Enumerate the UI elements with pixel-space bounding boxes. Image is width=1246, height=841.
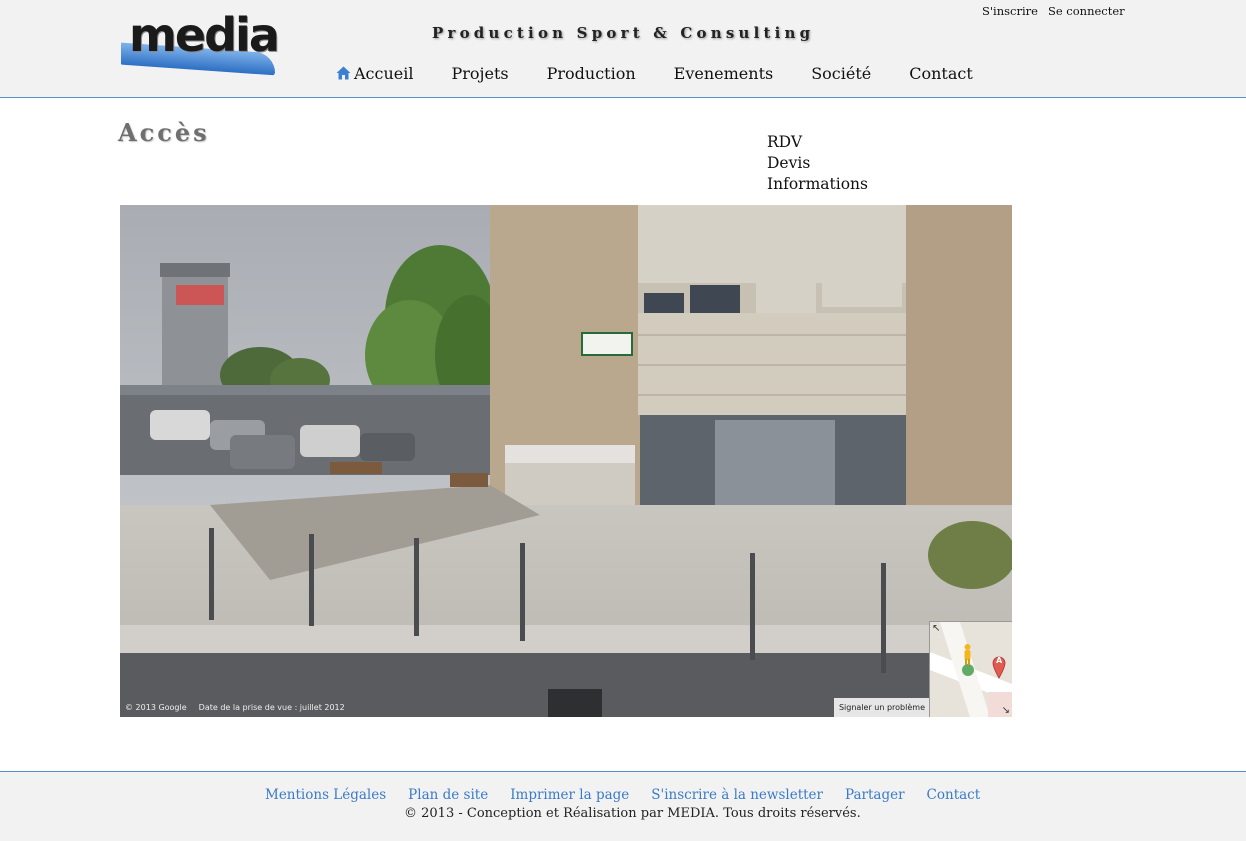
site-tagline: Production Sport & Consulting [432,24,815,42]
nav-label-accueil: Accueil [354,64,414,83]
site-header: media Production Sport & Consulting S'in… [0,0,1246,98]
footer-link-partager[interactable]: Partager [845,787,905,803]
pegman-icon[interactable] [963,644,972,666]
street-view-copyright: © 2013 Google [125,703,187,712]
footer-link-plan-de-site[interactable]: Plan de site [408,787,488,803]
side-link-rdv[interactable]: RDV [767,132,868,153]
auth-links: S'inscrire Se connecter [982,4,1125,18]
site-footer: Mentions Légales Plan de site Imprimer la … [0,771,1246,841]
home-icon [336,65,351,80]
map-marker-label: A [996,656,1003,665]
footer-link-imprimer[interactable]: Imprimer la page [510,787,629,803]
page-title: Accès [118,118,210,147]
nav-item-production[interactable]: Production [547,64,636,83]
expand-map-icon[interactable]: ↖ [932,623,940,634]
mini-map[interactable]: ↖ A ↘ [929,621,1012,717]
footer-link-mentions-legales[interactable]: Mentions Légales [265,787,386,803]
street-view-credit: © 2013 Google Date de la prise de vue : j… [125,703,345,712]
signup-link[interactable]: S'inscrire [982,4,1038,18]
login-link[interactable]: Se connecter [1048,4,1125,18]
nav-item-accueil[interactable]: Accueil [336,64,413,83]
side-link-devis[interactable]: Devis [767,153,868,174]
street-view-panorama[interactable]: © 2013 Google Date de la prise de vue : j… [120,205,1012,717]
main-nav: Accueil Projets Production Evenements Socié… [336,64,973,88]
footer-link-contact[interactable]: Contact [927,787,981,803]
map-marker-icon: A [992,655,1006,679]
nav-item-projets[interactable]: Projets [451,64,508,83]
footer-links: Mentions Légales Plan de site Imprimer la … [265,787,980,803]
footer-link-newsletter[interactable]: S'inscrire à la newsletter [651,787,823,803]
report-problem-button[interactable]: Signaler un problème [833,698,930,717]
nav-item-societe[interactable]: Société [811,64,871,83]
nav-item-contact[interactable]: Contact [909,64,973,83]
nav-item-evenements[interactable]: Evenements [674,64,774,83]
media-logo[interactable]: media [121,8,280,76]
footer-copyright: © 2013 - Conception et Réalisation par M… [404,806,861,821]
street-view-capture-date: Date de la prise de vue : juillet 2012 [198,703,345,712]
street-scene-image [120,205,1012,717]
logo-text: media [129,8,280,62]
side-link-informations[interactable]: Informations [767,174,868,195]
side-links: RDV Devis Informations [767,132,868,195]
collapse-map-icon[interactable]: ↘ [1002,705,1010,716]
